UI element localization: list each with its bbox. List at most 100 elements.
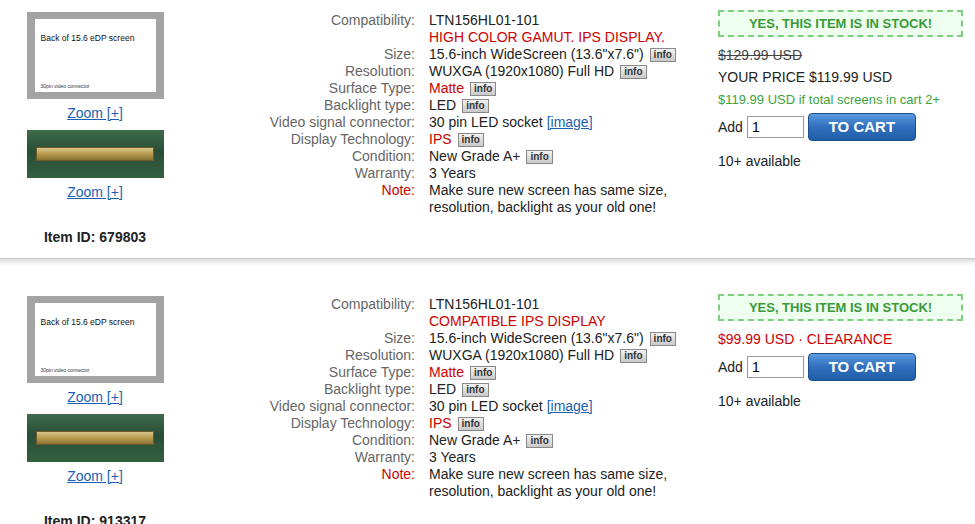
spec-value-cell: LEDinfo [429, 97, 704, 114]
quantity-input[interactable] [747, 116, 804, 138]
spec-row: Surface Type: Matteinfo [180, 364, 710, 381]
add-label: Add [718, 359, 743, 376]
spec-value: Matte [429, 80, 464, 96]
spec-value-cell: WUXGA (1920x1080) Full HD info [429, 63, 704, 80]
spec-label: Condition: [180, 432, 415, 449]
image-link[interactable]: [image] [547, 398, 593, 414]
spec-label: Size: [180, 330, 415, 347]
to-cart-button[interactable]: TO CART [808, 113, 916, 141]
item-id: Item ID:913317 [44, 513, 146, 524]
info-button[interactable]: info [458, 133, 484, 147]
spec-row: Condition:New Grade A+info [180, 432, 710, 449]
to-cart-button[interactable]: TO CART [808, 353, 916, 381]
spec-value-cell: Make sure new screen has same size, reso… [429, 466, 704, 500]
connector-photo[interactable] [27, 130, 164, 178]
spec-value: WUXGA (1920x1080) Full HD [429, 63, 614, 79]
spec-label: Surface Type: [180, 80, 415, 97]
info-button[interactable]: info [470, 366, 496, 380]
spec-label: Condition: [180, 148, 415, 165]
spec-value-cell: IPSinfo [429, 131, 704, 148]
spec-row: Display Technology: IPSinfo [180, 131, 710, 148]
zoom-link[interactable]: Zoom [+] [67, 105, 123, 122]
spec-label: Surface Type: [180, 364, 415, 381]
spec-label: Video signal connector: [180, 114, 415, 131]
spec-value: LTN156HL01-101 [429, 296, 539, 312]
spec-value-cell: LTN156HL01-101COMPATIBLE IPS DISPLAY [429, 296, 704, 330]
diagram-label: 30pin video connector [41, 83, 152, 89]
spec-row: Resolution:WUXGA (1920x1080) Full HDinfo [180, 63, 710, 80]
stock-badge: YES, THIS ITEM IS IN STOCK! [718, 294, 963, 321]
quantity-input[interactable] [747, 356, 804, 378]
diagram-caption: Back of 15.6 eDP screen [41, 33, 152, 43]
spec-label: Display Technology: [180, 131, 415, 148]
price: $119.99 USD if total screens in cart 2+ [718, 91, 970, 108]
spec-row: Video signal connector: 30 pin LED socket… [180, 114, 710, 131]
spec-value-cell: LTN156HL01-101HIGH COLOR GAMUT. IPS DISP… [429, 12, 704, 46]
zoom-link[interactable]: Zoom [+] [67, 389, 123, 406]
zoom-link[interactable]: Zoom [+] [67, 184, 123, 201]
spec-row: Compatibility: LTN156HL01-101HIGH COLOR G… [180, 12, 710, 46]
spec-value: 3 Years [429, 165, 476, 181]
connector-photo[interactable] [27, 414, 164, 462]
info-button[interactable]: info [650, 332, 676, 346]
spec-value-cell: 30 pin LED socket[image] [429, 398, 704, 415]
item-id-label: Item ID: [44, 229, 95, 245]
screen-diagram[interactable]: Back of 15.6 eDP screen30pin video conne… [27, 296, 164, 383]
spec-value-cell: Matteinfo [429, 364, 704, 381]
purchase-panel: YES, THIS ITEM IS IN STOCK!$99.99 USD · … [710, 294, 970, 524]
spec-value: 30 pin LED socket [429, 114, 543, 130]
spec-value: 15.6-inch WideScreen (13.6"x7.6") [429, 46, 644, 62]
row-separator [0, 258, 975, 266]
info-button[interactable]: info [462, 99, 488, 113]
spec-list: Compatibility: LTN156HL01-101COMPATIBLE I… [180, 294, 710, 524]
price: YOUR PRICE $119.99 USD [718, 69, 970, 86]
spec-row: Resolution:WUXGA (1920x1080) Full HDinfo [180, 347, 710, 364]
spec-value-cell: New Grade A+ info [429, 148, 704, 165]
spec-row: Warranty: 3 Years [180, 449, 710, 466]
info-button[interactable]: info [462, 383, 488, 397]
image-link[interactable]: [image] [547, 114, 593, 130]
spec-value-cell: Make sure new screen has same size, reso… [429, 182, 704, 216]
spec-row: Size: 15.6-inch WideScreen (13.6"x7.6") in… [180, 330, 710, 347]
info-button[interactable]: info [526, 150, 552, 164]
spec-value-cell: WUXGA (1920x1080) Full HD info [429, 347, 704, 364]
product-row: Back of 15.6 eDP screen30pin video conne… [0, 284, 975, 524]
thumbnail-column: Back of 15.6 eDP screen 30pin video conne… [0, 10, 180, 258]
spec-value: 15.6-inch WideScreen (13.6"x7.6") [429, 330, 644, 346]
spec-row: Backlight type: LEDinfo [180, 97, 710, 114]
spec-value-cell: 3 Years [429, 165, 704, 182]
thumbnail-column: Back of 15.6 eDP screen30pin video conne… [0, 294, 180, 524]
spec-label: Compatibility: [180, 296, 415, 330]
spec-value: New Grade A+ [429, 148, 520, 164]
spec-value-cell: 3 Years [429, 449, 704, 466]
zoom-link[interactable]: Zoom [+] [67, 468, 123, 485]
info-button[interactable]: info [526, 434, 552, 448]
spec-label: Backlight type: [180, 97, 415, 114]
add-label: Add [718, 119, 743, 136]
connector-strip [36, 147, 154, 161]
info-button[interactable]: info [620, 349, 646, 363]
spec-value: IPS [429, 415, 452, 431]
screen-diagram[interactable]: Back of 15.6 eDP screen 30pin video conne… [27, 12, 164, 99]
item-id-label: Item ID: [44, 513, 95, 524]
info-button[interactable]: info [470, 82, 496, 96]
purchase-panel: YES, THIS ITEM IS IN STOCK!$129.99 USDYO… [710, 10, 970, 258]
spec-value-cell: 30 pin LED socket[image] [429, 114, 704, 131]
availability: 10+ available [718, 153, 970, 170]
info-button[interactable]: info [620, 65, 646, 79]
add-to-cart-row: Add TO CART [718, 353, 970, 381]
spec-label: Display Technology: [180, 415, 415, 432]
diagram-panel: Back of 15.6 eDP screen30pin video conne… [35, 303, 156, 376]
spec-subtitle: HIGH COLOR GAMUT. IPS DISPLAY. [429, 29, 704, 46]
info-button[interactable]: info [650, 48, 676, 62]
spec-row: Note:Make sure new screen has same size,… [180, 182, 710, 216]
spec-value: LED [429, 381, 456, 397]
spec-subtitle: COMPATIBLE IPS DISPLAY [429, 313, 704, 330]
stock-badge: YES, THIS ITEM IS IN STOCK! [718, 10, 963, 37]
item-id-number: 679803 [99, 229, 146, 245]
info-button[interactable]: info [458, 417, 484, 431]
spec-label: Warranty: [180, 449, 415, 466]
spec-value-cell: 15.6-inch WideScreen (13.6"x7.6") info [429, 46, 704, 63]
spec-label: Compatibility: [180, 12, 415, 46]
spec-value: WUXGA (1920x1080) Full HD [429, 347, 614, 363]
